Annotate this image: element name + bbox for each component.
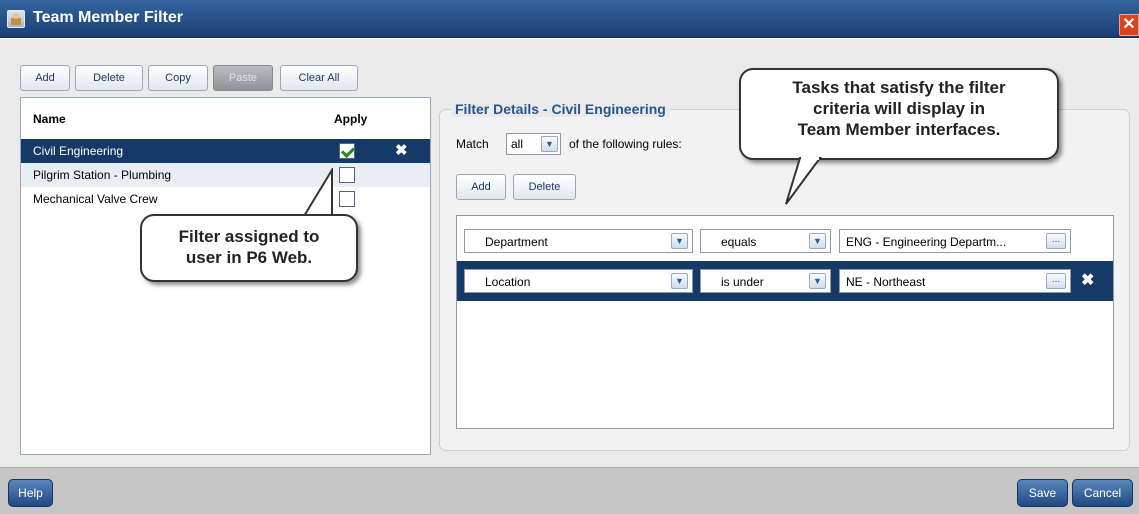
match-label: Match <box>456 137 489 151</box>
ellipsis-button[interactable]: ... <box>1046 273 1066 289</box>
remove-rule-icon[interactable]: ✖ <box>1081 270 1094 290</box>
cancel-button[interactable]: Cancel <box>1072 479 1133 507</box>
ellipsis-button[interactable]: ... <box>1046 233 1066 249</box>
name-column-header: Name <box>33 112 66 126</box>
rule-operator-value: is under <box>721 275 764 289</box>
filter-list-header: Name Apply <box>21 98 430 134</box>
chevron-down-icon: ▼ <box>809 273 826 289</box>
close-icon: ✕ <box>1122 16 1136 33</box>
filter-row-mechanical-valve-crew[interactable]: Mechanical Valve Crew <box>21 187 430 211</box>
rule-value-text: ENG - Engineering Departm... <box>846 235 1007 249</box>
delete-rule-button[interactable]: Delete <box>513 174 576 200</box>
add-filter-button[interactable]: Add <box>20 65 70 91</box>
copy-filter-button[interactable]: Copy <box>148 65 208 91</box>
chevron-down-icon: ▼ <box>671 233 688 249</box>
filter-row-pilgrim-station[interactable]: Pilgrim Station - Plumbing <box>21 163 430 187</box>
add-rule-button[interactable]: Add <box>456 174 506 200</box>
app-window-icon <box>7 10 25 28</box>
rule-operator-select[interactable]: equals ▼ <box>700 229 831 253</box>
filter-details-title: Filter Details - Civil Engineering <box>451 101 670 117</box>
rules-table: Department ▼ equals ▼ ENG - Engineering … <box>456 215 1114 429</box>
filter-row-civil-engineering[interactable]: Civil Engineering ✖ <box>21 139 430 163</box>
chevron-down-icon: ▼ <box>809 233 826 249</box>
dialog-footer <box>0 467 1139 514</box>
rule-field-value: Department <box>485 235 548 249</box>
filter-row-name: Mechanical Valve Crew <box>33 192 158 206</box>
rule-operator-select[interactable]: is under ▼ <box>700 269 831 293</box>
chevron-down-icon: ▼ <box>541 136 558 152</box>
tasks-callout: Tasks that satisfy the filter criteria w… <box>739 68 1059 160</box>
paste-filter-button[interactable]: Paste <box>213 65 273 91</box>
filter-row-name: Civil Engineering <box>33 144 124 158</box>
rule-value-field[interactable]: ENG - Engineering Departm... ... <box>839 229 1071 253</box>
clear-all-button[interactable]: Clear All <box>280 65 358 91</box>
match-suffix-text: of the following rules: <box>569 137 682 151</box>
apply-column-header: Apply <box>334 112 368 126</box>
rule-row[interactable]: Department ▼ equals ▼ ENG - Engineering … <box>457 221 1113 261</box>
filter-row-name: Pilgrim Station - Plumbing <box>33 168 172 182</box>
title-bar: Team Member Filter ✕ <box>0 0 1139 38</box>
rule-row[interactable]: Location ▼ is under ▼ NE - Northeast ...… <box>457 261 1113 301</box>
rule-field-value: Location <box>485 275 531 289</box>
rule-field-select[interactable]: Department ▼ <box>464 229 693 253</box>
match-value: all <box>511 137 524 151</box>
close-button[interactable]: ✕ <box>1119 14 1139 36</box>
window-title: Team Member Filter <box>33 9 183 26</box>
rule-field-select[interactable]: Location ▼ <box>464 269 693 293</box>
rule-operator-value: equals <box>721 235 757 249</box>
delete-filter-button[interactable]: Delete <box>75 65 143 91</box>
chevron-down-icon: ▼ <box>671 273 688 289</box>
rule-value-text: NE - Northeast <box>846 275 926 289</box>
match-select[interactable]: all ▼ <box>506 133 561 155</box>
filter-assigned-callout: Filter assigned to user in P6 Web. <box>140 214 358 282</box>
apply-checkbox[interactable] <box>339 143 355 159</box>
rule-value-field[interactable]: NE - Northeast ... <box>839 269 1071 293</box>
remove-filter-icon[interactable]: ✖ <box>395 141 408 159</box>
save-button[interactable]: Save <box>1017 479 1068 507</box>
help-button[interactable]: Help <box>8 479 53 507</box>
callout-tail-right <box>785 156 822 205</box>
